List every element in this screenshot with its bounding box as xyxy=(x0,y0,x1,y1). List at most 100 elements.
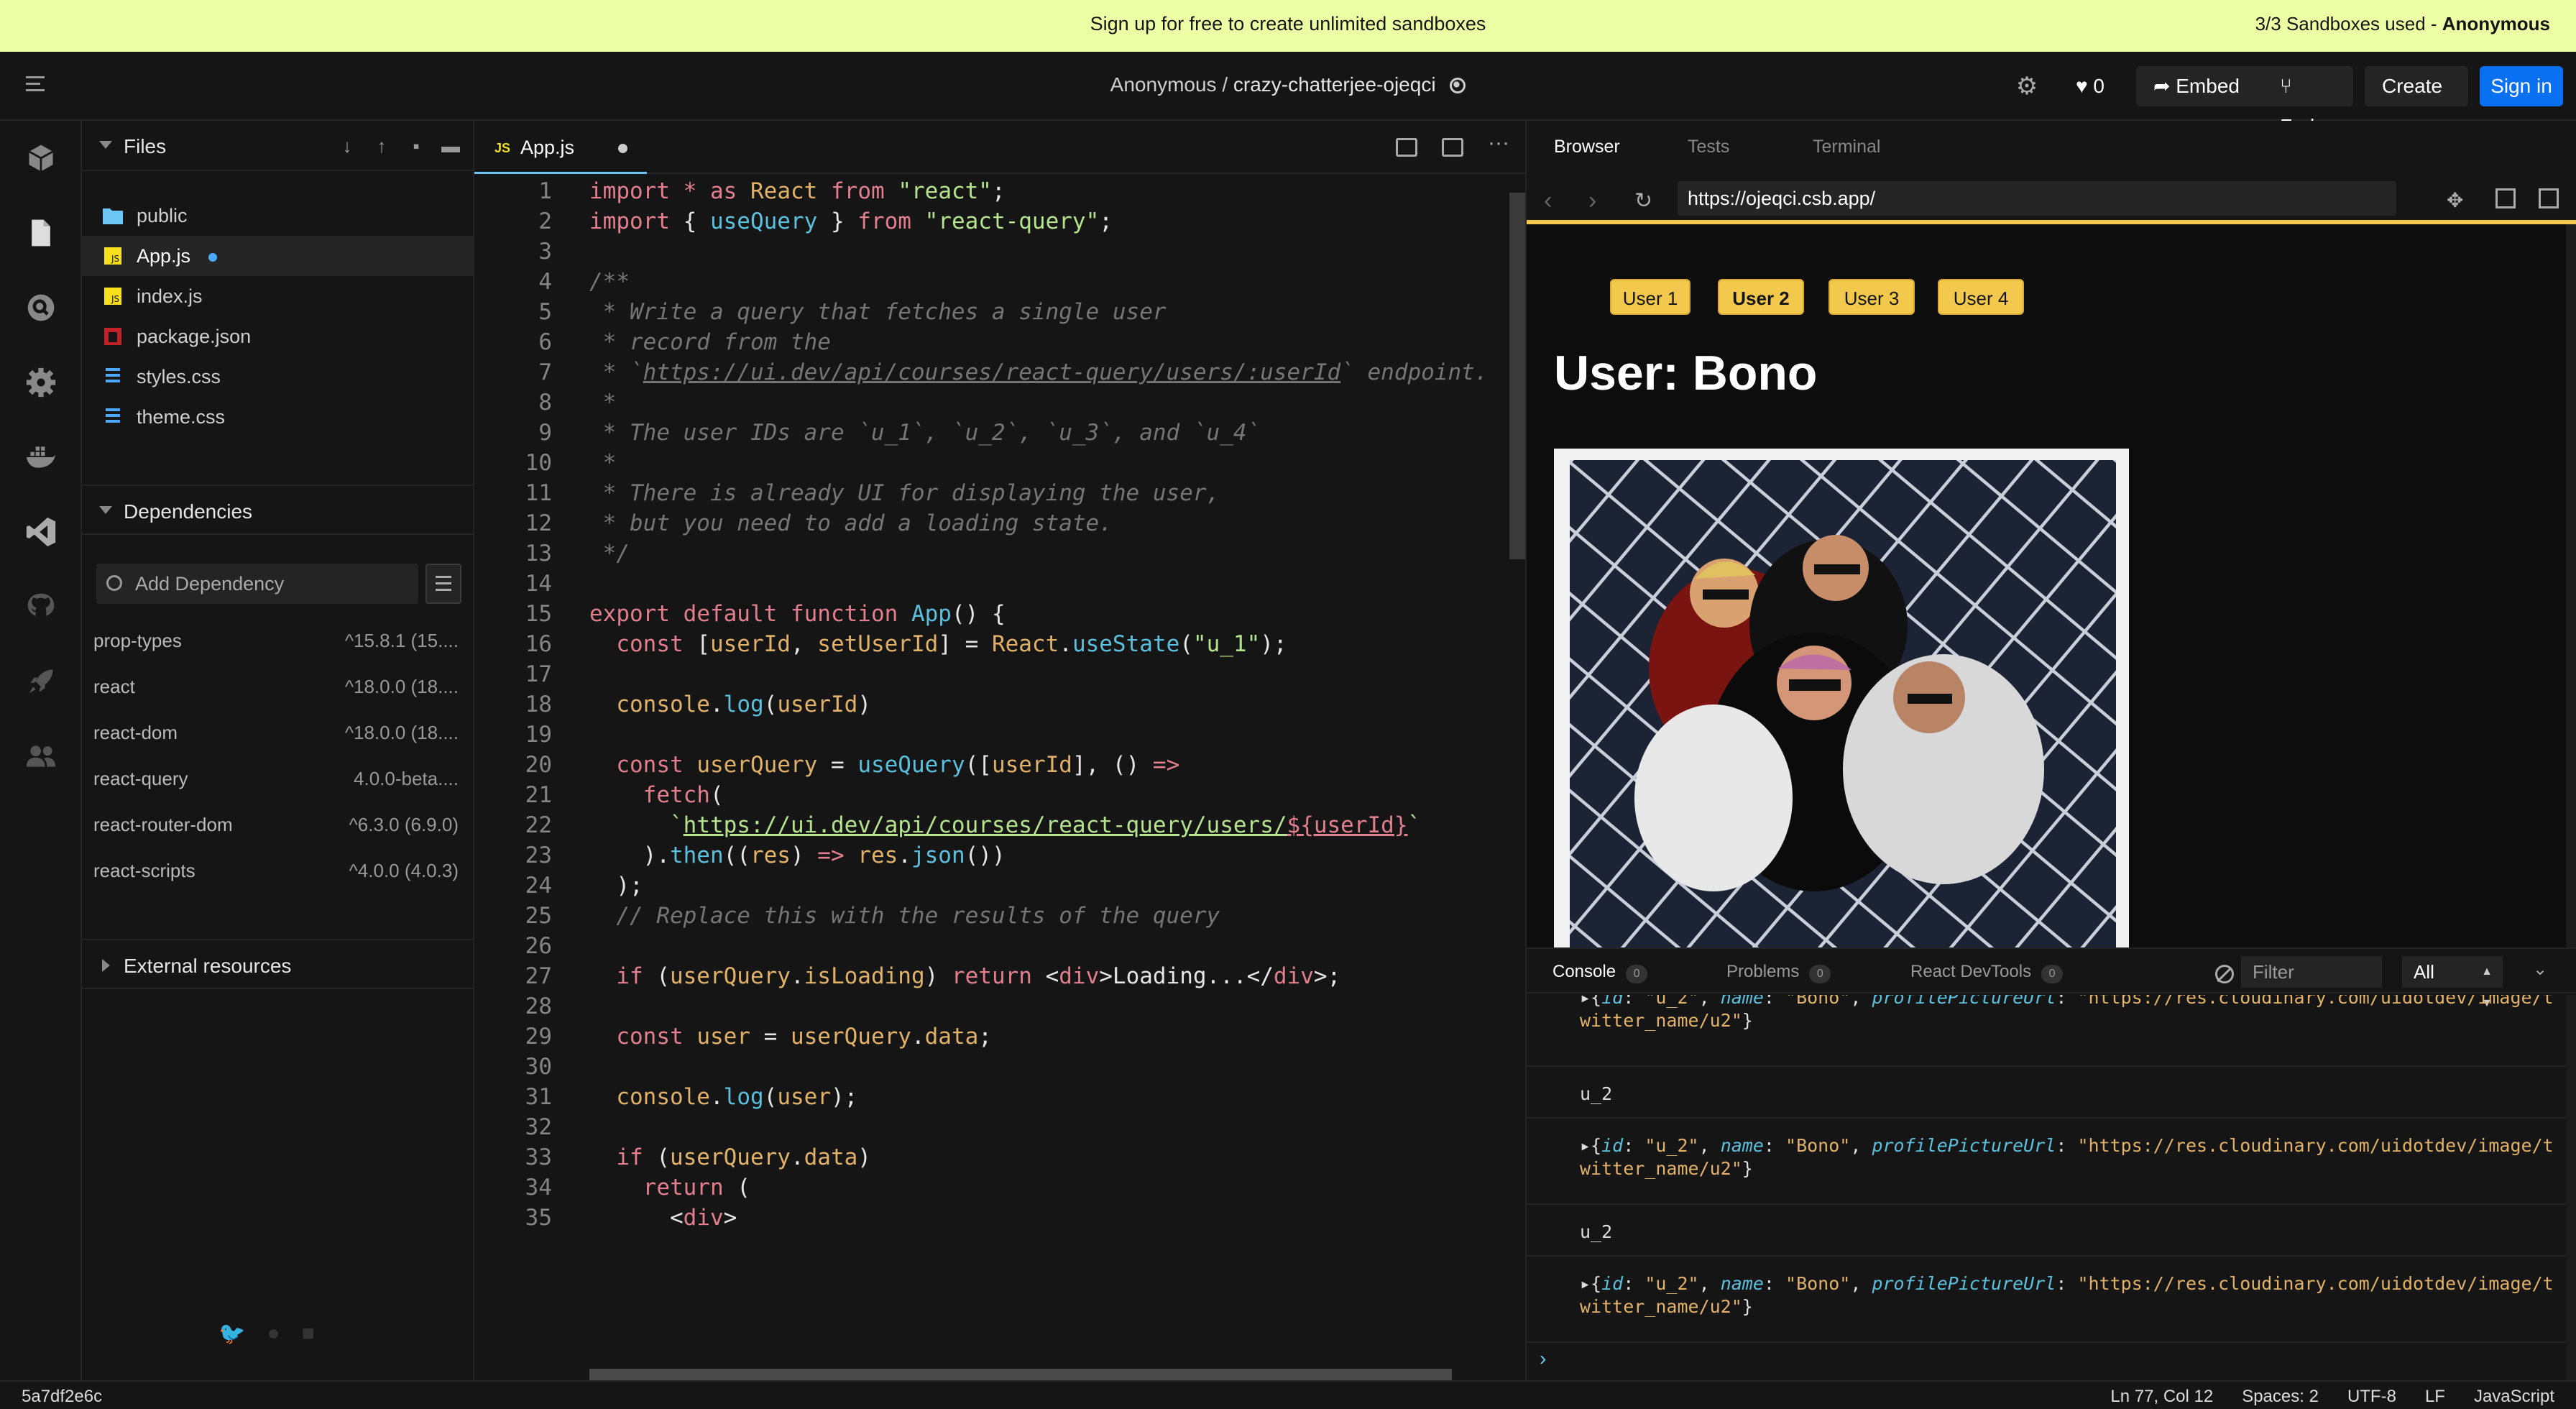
create-button[interactable]: Create xyxy=(2365,66,2468,106)
code-line[interactable]: 21 fetch( xyxy=(474,778,1509,812)
like-button[interactable]: ♥ 0 xyxy=(2067,66,2113,106)
dependency-row[interactable]: react-scripts ^4.0.0 (4.0.3) xyxy=(82,847,474,893)
console-prompt-icon[interactable]: › xyxy=(1540,1347,1546,1370)
code-line[interactable]: 19 xyxy=(474,717,1509,752)
code-line[interactable]: 35 <div> xyxy=(474,1201,1509,1235)
encoding[interactable]: UTF-8 xyxy=(2347,1387,2396,1407)
unsaved-indicator[interactable] xyxy=(618,144,627,153)
code-line[interactable]: 12 * but you need to add a loading state… xyxy=(474,506,1509,541)
code-line[interactable]: 6 * record from the xyxy=(474,325,1509,359)
docker-icon[interactable] xyxy=(25,441,57,473)
code-line[interactable]: 15 export default function App() { xyxy=(474,597,1509,631)
tab-terminal[interactable]: Terminal xyxy=(1813,137,1880,157)
code-line[interactable]: 31 console.log(user); xyxy=(474,1080,1509,1114)
banner-message[interactable]: Sign up for free to create unlimited san… xyxy=(0,13,2576,35)
code-line[interactable]: 27 if (userQuery.isLoading) return <div>… xyxy=(474,959,1509,993)
dependency-version[interactable]: ^18.0.0 (18.... xyxy=(345,676,459,698)
code-line[interactable]: 29 const user = userQuery.data; xyxy=(474,1019,1509,1054)
add-dependency-input[interactable] xyxy=(135,569,408,598)
line-ending[interactable]: LF xyxy=(2425,1387,2445,1407)
file-row-index-js[interactable]: JS index.js xyxy=(82,276,474,316)
code-line[interactable]: 16 const [userId, setUserId] = React.use… xyxy=(474,627,1509,661)
dependency-row[interactable]: react-router-dom ^6.3.0 (6.9.0) xyxy=(82,801,474,847)
tab-tests[interactable]: Tests xyxy=(1688,137,1729,157)
code-line[interactable]: 33 if (userQuery.data) xyxy=(474,1140,1509,1175)
codesandbox-icon[interactable]: ✥ xyxy=(2447,188,2467,211)
sandbox-name[interactable]: crazy-chatterjee-ojeqci xyxy=(1233,73,1436,96)
user-4-button[interactable]: User 4 xyxy=(1938,279,2024,315)
live-collaboration-icon[interactable] xyxy=(25,740,57,772)
url-input[interactable] xyxy=(1678,181,2396,216)
file-row-public[interactable]: public xyxy=(82,196,474,236)
open-new-window-icon[interactable] xyxy=(2496,188,2516,208)
globe-icon[interactable] xyxy=(1450,78,1466,93)
dependency-row[interactable]: react-query 4.0.0-beta.... xyxy=(82,755,474,801)
preview-scrollbar[interactable] xyxy=(2566,224,2576,947)
discord-icon[interactable]: ■ xyxy=(301,1321,314,1346)
console-filter-input[interactable] xyxy=(2241,956,2382,988)
external-resources-header[interactable]: External resources xyxy=(82,939,474,989)
clear-console-icon[interactable] xyxy=(2215,965,2234,983)
editor-vertical-scrollbar[interactable] xyxy=(1509,193,1525,559)
files-section-header[interactable]: Files ↓ ↑ ▪ ▬ xyxy=(82,121,474,171)
refresh-icon[interactable]: ↻ xyxy=(1634,188,1652,214)
code-line[interactable]: 14 xyxy=(474,566,1509,601)
dependency-menu-button[interactable] xyxy=(426,564,461,604)
user-1-button[interactable]: User 1 xyxy=(1610,279,1690,315)
editor-horizontal-scrollbar[interactable] xyxy=(589,1369,1452,1380)
vscode-icon[interactable] xyxy=(25,516,57,548)
console-object-entry[interactable]: ▸{id: "u_2", name: "Bono", profilePictur… xyxy=(1527,1119,2566,1205)
code-line[interactable]: 7 * `https://ui.dev/api/courses/react-qu… xyxy=(474,355,1509,390)
console-object-entry[interactable]: ▸{id: "u_2", name: "Bono", profilePictur… xyxy=(1527,1257,2566,1343)
dependency-version[interactable]: ^15.8.1 (15.... xyxy=(345,630,459,652)
new-file-icon[interactable]: ▪ xyxy=(407,137,426,155)
code-line[interactable]: 8 * xyxy=(474,385,1509,420)
code-line[interactable]: 26 xyxy=(474,929,1509,963)
settings-icon[interactable] xyxy=(25,367,57,398)
arrow-up-icon[interactable]: ↑ xyxy=(372,137,391,155)
code-line[interactable]: 11 * There is already UI for displaying … xyxy=(474,476,1509,510)
deploy-rocket-icon[interactable] xyxy=(25,666,57,697)
code-line[interactable]: 9 * The user IDs are `u_1`, `u_2`, `u_3`… xyxy=(474,416,1509,450)
code-line[interactable]: 3 xyxy=(474,234,1509,269)
dependency-row[interactable]: prop-types ^15.8.1 (15.... xyxy=(82,617,474,663)
code-line[interactable]: 10 * xyxy=(474,446,1509,480)
console-object-entry[interactable]: ▸{id: "u_2", name: "Bono", profilePictur… xyxy=(1527,995,2566,1067)
fork-button[interactable]: ⑂ Fork xyxy=(2263,66,2353,137)
tab-problems[interactable]: Problems 0 xyxy=(1726,962,1831,983)
tab-console[interactable]: Console 0 xyxy=(1552,962,1648,983)
code-line[interactable]: 30 xyxy=(474,1050,1509,1084)
dependency-version[interactable]: ^18.0.0 (18.... xyxy=(345,722,459,744)
copy-icon[interactable] xyxy=(2539,188,2559,208)
sign-in-button[interactable]: Sign in xyxy=(2480,66,2563,106)
file-row-package-json[interactable]: package.json xyxy=(82,316,474,357)
code-line[interactable]: 22 `https://ui.dev/api/courses/react-que… xyxy=(474,808,1509,843)
dependency-version[interactable]: ^6.3.0 (6.9.0) xyxy=(349,814,459,836)
file-row-theme-css[interactable]: theme.css xyxy=(82,397,474,437)
settings-button[interactable]: ⚙ xyxy=(2012,66,2041,106)
language-mode[interactable]: JavaScript xyxy=(2474,1387,2554,1407)
sandbox-info-icon[interactable] xyxy=(25,142,57,174)
code-line[interactable]: 17 xyxy=(474,657,1509,692)
split-view-icon[interactable] xyxy=(1396,138,1417,157)
tab-app-js[interactable]: JS App.js xyxy=(474,121,647,174)
code-area[interactable]: 1 import * as React from "react"; 2 import … xyxy=(474,174,1527,1380)
user-3-button[interactable]: User 3 xyxy=(1828,279,1915,315)
code-line[interactable]: 24 ); xyxy=(474,868,1509,903)
dependency-version[interactable]: ^4.0.0 (4.0.3) xyxy=(349,860,459,882)
twitter-icon[interactable]: 🐦 xyxy=(218,1321,245,1346)
code-line[interactable]: 32 xyxy=(474,1110,1509,1144)
tab-react-devtools[interactable]: React DevTools 0 xyxy=(1910,962,2064,983)
code-line[interactable]: 25 // Replace this with the results of t… xyxy=(474,899,1509,933)
file-row-styles-css[interactable]: styles.css xyxy=(82,357,474,397)
code-line[interactable]: 4 /** xyxy=(474,265,1509,299)
preview-icon[interactable] xyxy=(1442,138,1463,157)
user-2-button[interactable]: User 2 xyxy=(1718,279,1804,315)
code-line[interactable]: 13 */ xyxy=(474,536,1509,571)
code-line[interactable]: 2 import { useQuery } from "react-query"; xyxy=(474,204,1509,239)
code-line[interactable]: 1 import * as React from "react"; xyxy=(474,174,1509,208)
arrow-down-icon[interactable]: ↓ xyxy=(338,137,356,155)
code-line[interactable]: 34 return ( xyxy=(474,1170,1509,1205)
console-scrollbar[interactable] xyxy=(2566,995,2576,1383)
github-icon[interactable]: ● xyxy=(267,1321,280,1346)
